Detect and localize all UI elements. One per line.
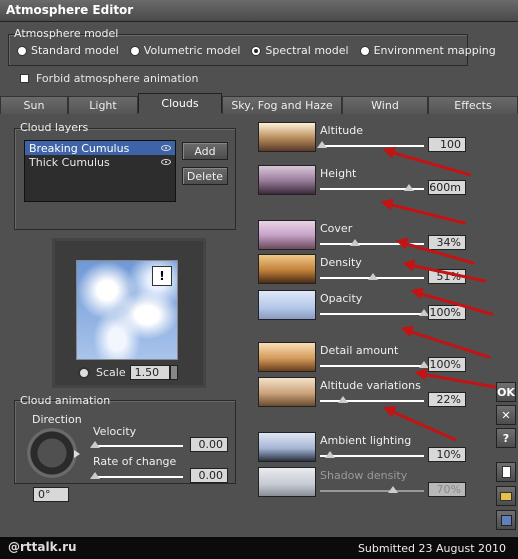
direction-label: Direction (32, 413, 82, 426)
direction-input[interactable]: 0° (33, 487, 69, 502)
param-value-input[interactable]: 34% (428, 235, 466, 250)
tab-effects[interactable]: Effects (428, 96, 518, 114)
delete-layer-button[interactable]: Delete (182, 167, 228, 185)
param-value-input: 70% (428, 482, 466, 497)
list-item[interactable]: Thick Cumulus (25, 155, 175, 169)
open-folder-icon[interactable] (496, 486, 516, 506)
scale-stepper[interactable] (169, 365, 178, 380)
param-label: Ambient lighting (320, 434, 412, 447)
warning-icon[interactable]: ! (152, 266, 172, 286)
param-slider-thumb[interactable] (337, 396, 348, 403)
param-thumbnail (258, 432, 316, 462)
param-thumbnail (258, 254, 316, 284)
rate-of-change-label: Rate of change (93, 455, 177, 468)
param-slider-thumb (387, 486, 398, 493)
param-label: Density (320, 256, 362, 269)
param-thumbnail (258, 290, 316, 320)
param-slider[interactable] (320, 455, 424, 457)
radio-dot (360, 46, 369, 55)
radio-spectral-model[interactable]: Spectral model (252, 44, 349, 57)
cloud-animation-label: Cloud animation (20, 394, 111, 407)
radio-dot (18, 46, 26, 55)
param-label: Cover (320, 222, 353, 235)
radio-standard-model[interactable]: Standard model (18, 44, 119, 57)
tab-light[interactable]: Light (68, 96, 138, 114)
rate-of-change-slider[interactable] (93, 476, 183, 478)
param-label: Opacity (320, 292, 363, 305)
forbid-animation-checkbox[interactable]: Forbid atmosphere animation (20, 72, 199, 85)
save-icon[interactable] (496, 510, 516, 530)
site-logo: @rttalk.ru (8, 540, 77, 554)
tab-sun[interactable]: Sun (0, 96, 68, 114)
scale-input[interactable]: 1.50 (129, 365, 170, 380)
help-button[interactable]: ? (496, 428, 516, 448)
param-slider[interactable] (320, 313, 424, 315)
atmosphere-model-options: Standard model Volumetric model Spectral… (18, 44, 508, 57)
forbid-animation-label: Forbid atmosphere animation (36, 72, 199, 85)
param-value-input[interactable]: 10% (428, 447, 466, 462)
param-value-input[interactable]: 100 (428, 137, 466, 152)
param-label: Altitude (320, 124, 363, 137)
submitted-date: Submitted 23 August 2010 (357, 542, 506, 555)
tab-wind[interactable]: Wind (342, 96, 428, 114)
param-slider (320, 490, 424, 492)
param-slider[interactable] (320, 145, 424, 147)
param-thumbnail (258, 342, 316, 372)
param-slider-thumb[interactable] (350, 239, 361, 246)
radio-environment-mapping[interactable]: Environment mapping (360, 44, 496, 57)
param-thumbnail (258, 377, 316, 407)
param-thumbnail (258, 220, 316, 250)
close-button[interactable]: ✕ (496, 405, 516, 425)
param-value-input[interactable]: 600m (428, 180, 466, 195)
param-label: Shadow density (320, 469, 408, 482)
param-slider[interactable] (320, 365, 424, 367)
param-value-input[interactable]: 22% (428, 392, 466, 407)
param-label: Altitude variations (320, 379, 421, 392)
param-slider-thumb[interactable] (317, 141, 328, 148)
param-value-input[interactable]: 100% (428, 357, 466, 372)
param-thumbnail (258, 122, 316, 152)
tab-clouds[interactable]: Clouds (138, 93, 222, 113)
param-slider-thumb[interactable] (404, 184, 415, 191)
param-value-input[interactable]: 100% (428, 305, 466, 320)
atmosphere-model-label: Atmosphere model (14, 27, 119, 40)
radio-dot-selected (252, 46, 261, 55)
title-bar: Atmosphere Editor (0, 0, 518, 22)
eye-icon[interactable] (161, 159, 171, 165)
checkbox-box (20, 74, 29, 83)
param-thumbnail (258, 165, 316, 195)
rate-of-change-input[interactable]: 0.00 (190, 468, 228, 483)
param-label: Detail amount (320, 344, 399, 357)
direction-dial[interactable] (27, 428, 77, 478)
cloud-layers-label: Cloud layers (20, 121, 89, 134)
param-slider-thumb[interactable] (325, 451, 336, 458)
rate-of-change-slider-thumb[interactable] (90, 472, 100, 479)
add-layer-button[interactable]: Add (182, 142, 228, 160)
velocity-slider[interactable] (93, 445, 183, 447)
radio-dot (130, 46, 139, 55)
scale-control: Scale 1.50 (78, 365, 178, 380)
window-title: Atmosphere Editor (6, 3, 134, 17)
eye-icon[interactable] (161, 145, 171, 151)
param-slider[interactable] (320, 400, 424, 402)
tab-bar: Sun Light Clouds Sky, Fog and Haze Wind … (0, 93, 518, 114)
radio-volumetric-model[interactable]: Volumetric model (130, 44, 240, 57)
cloud-layers-list[interactable]: Breaking Cumulus Thick Cumulus (24, 140, 176, 202)
dial-notch (74, 450, 80, 458)
ok-button[interactable]: OK (496, 382, 516, 402)
velocity-slider-thumb[interactable] (90, 441, 100, 448)
new-document-icon[interactable] (496, 462, 516, 482)
scale-icon (78, 366, 90, 379)
velocity-input[interactable]: 0.00 (190, 437, 228, 452)
list-item[interactable]: Breaking Cumulus (25, 141, 175, 155)
param-thumbnail (258, 467, 316, 497)
param-slider-thumb[interactable] (368, 273, 379, 280)
velocity-label: Velocity (93, 425, 137, 438)
param-label: Height (320, 167, 357, 180)
tab-sky-fog-haze[interactable]: Sky, Fog and Haze (222, 96, 342, 114)
scale-label: Scale (96, 366, 126, 379)
